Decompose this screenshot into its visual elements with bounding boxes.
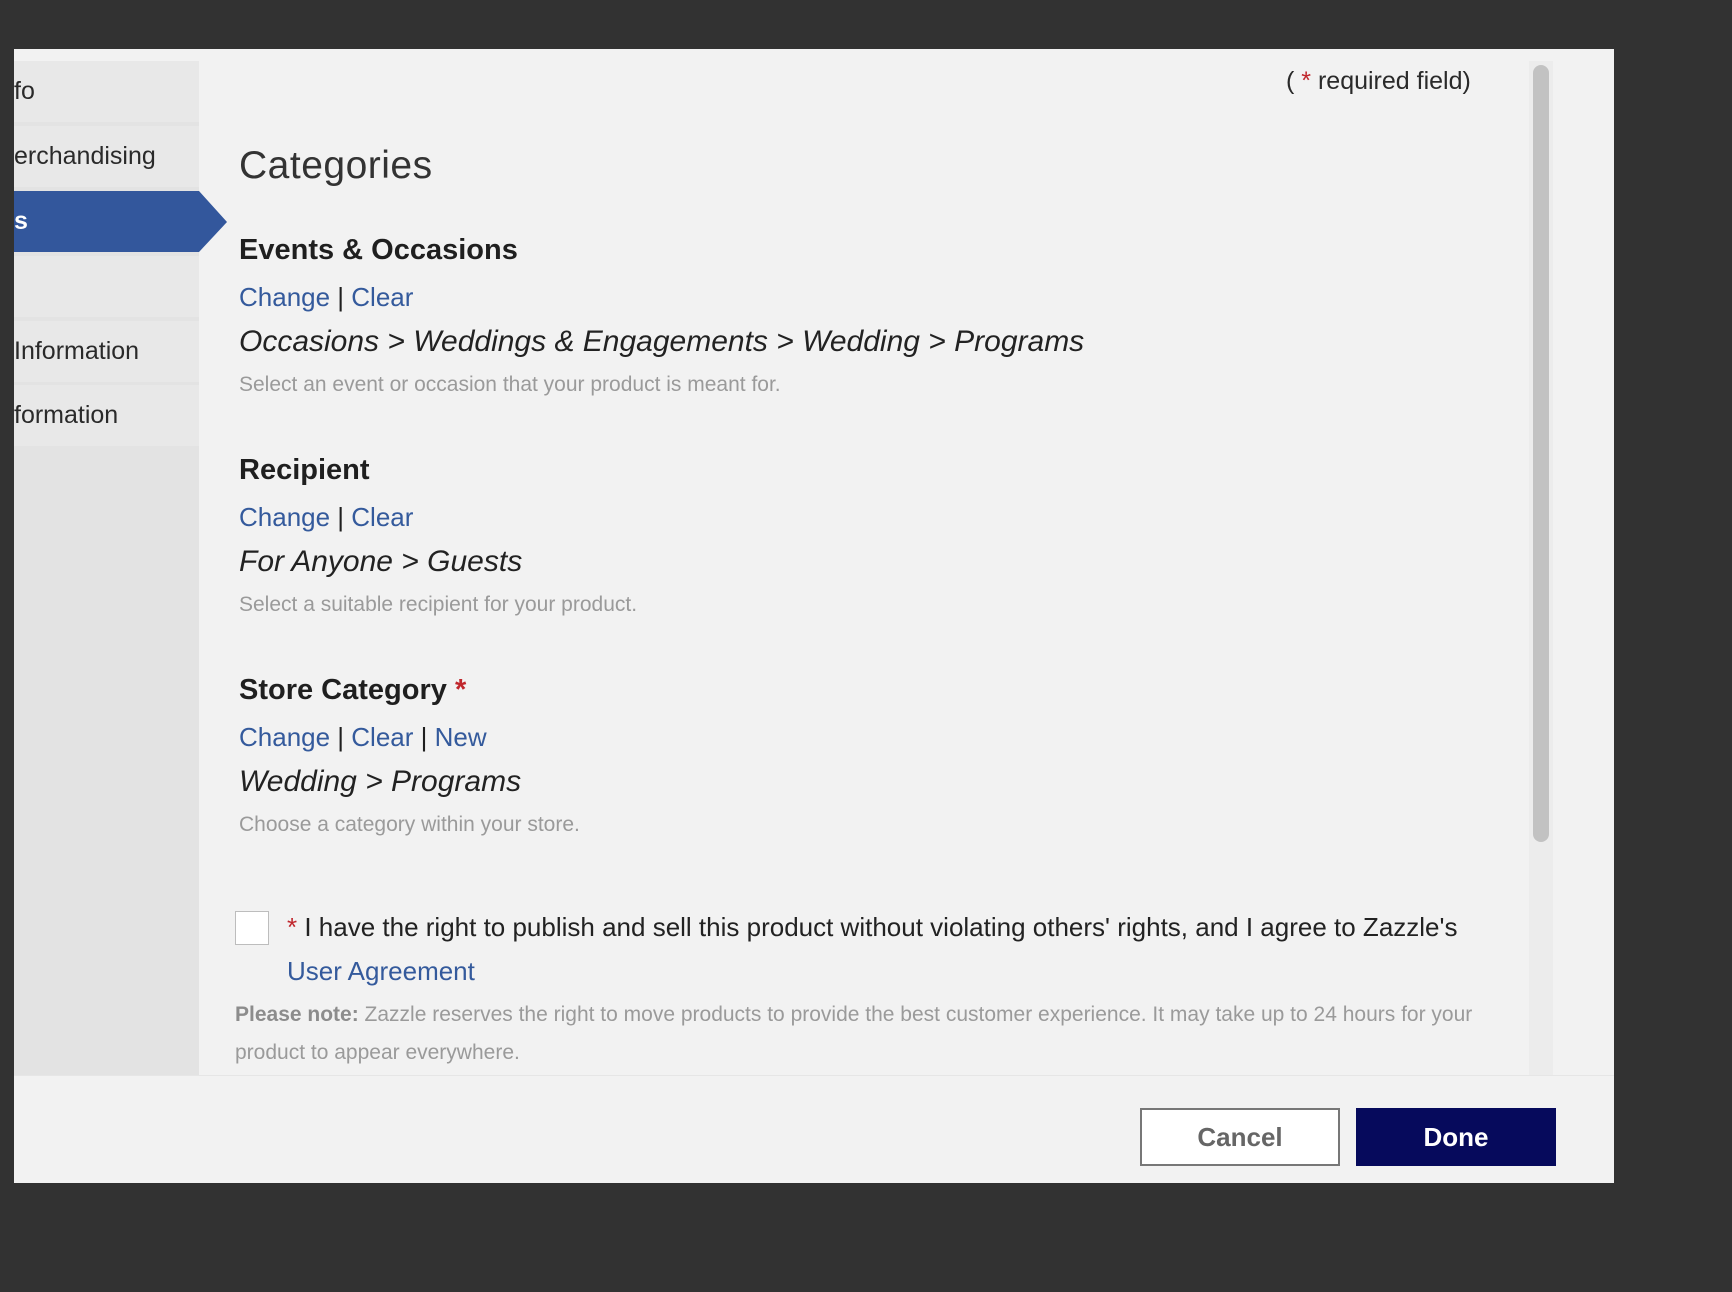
sidebar-item-blank[interactable] [14, 256, 199, 317]
section-actions: Change | Clear [239, 495, 1489, 539]
category-path: Occasions > Weddings & Engagements > Wed… [239, 325, 1085, 358]
separator: | [330, 282, 352, 312]
clear-link[interactable]: Clear [351, 282, 413, 312]
change-link[interactable]: Change [239, 282, 330, 312]
note-text: Zazzle reserves the right to move produc… [235, 1003, 1473, 1064]
user-agreement-link[interactable]: User Agreement [287, 956, 475, 986]
section-heading: Recipient [239, 454, 370, 486]
category-path: Wedding > Programs [239, 765, 522, 798]
required-text: required field) [1311, 67, 1471, 95]
clear-link[interactable]: Clear [351, 722, 413, 752]
done-button[interactable]: Done [1356, 1108, 1556, 1166]
section-hint: Choose a category within your store. [239, 813, 580, 836]
sidebar-item-label: fo [14, 77, 35, 105]
section-heading: Events & Occasions [239, 234, 518, 266]
section-hint: Select an event or occasion that your pr… [239, 373, 781, 396]
separator: | [413, 722, 435, 752]
product-details-dialog: fo erchandising s Information formation … [14, 49, 1614, 1183]
agreement-text: * I have the right to publish and sell t… [287, 905, 1467, 993]
events-occasions-section: Events & Occasions Change | Clear Occasi… [239, 229, 1489, 403]
cancel-button[interactable]: Cancel [1140, 1108, 1340, 1166]
sidebar-item-label: erchandising [14, 142, 156, 170]
agreement-label: I have the right to publish and sell thi… [297, 912, 1458, 942]
section-heading-text: Store Category [239, 674, 447, 706]
scrollbar-track[interactable] [1529, 61, 1553, 1075]
required-star: * [287, 912, 298, 942]
section-actions: Change | Clear | New [239, 715, 1489, 759]
sidebar-item-label: Information [14, 337, 140, 365]
required-star: * [454, 674, 467, 706]
new-link[interactable]: New [435, 722, 487, 752]
paren-open: ( [1286, 67, 1302, 95]
sidebar: fo erchandising s Information formation [14, 61, 227, 1075]
required-field-note: ( * required field) [1286, 67, 1606, 96]
section-actions: Change | Clear [239, 275, 1489, 319]
footer-divider [14, 1075, 1614, 1076]
recipient-section: Recipient Change | Clear For Anyone > Gu… [239, 449, 1489, 623]
page-title: Categories [239, 144, 433, 187]
sidebar-item-info[interactable]: fo [14, 61, 199, 122]
required-star: * [1301, 67, 1312, 95]
agreement-checkbox[interactable] [235, 911, 269, 945]
section-hint: Select a suitable recipient for your pro… [239, 593, 638, 616]
sidebar-item-label: formation [14, 401, 119, 429]
clear-link[interactable]: Clear [351, 502, 413, 532]
store-category-section: Store Category * Change | Clear | New We… [239, 669, 1489, 843]
section-heading: Store Category * [239, 669, 1489, 711]
sidebar-item-formation[interactable]: formation [14, 385, 199, 446]
please-note: Please note: Zazzle reserves the right t… [235, 996, 1505, 1072]
scrollbar-thumb[interactable] [1533, 65, 1549, 842]
sidebar-item-merchandising[interactable]: erchandising [14, 126, 199, 187]
separator: | [330, 502, 352, 532]
separator: | [330, 722, 352, 752]
change-link[interactable]: Change [239, 722, 330, 752]
sidebar-item-label: s [14, 207, 28, 235]
sidebar-item-information[interactable]: Information [14, 321, 199, 382]
category-path: For Anyone > Guests [239, 545, 523, 578]
note-label: Please note: [235, 1003, 359, 1026]
sidebar-item-categories[interactable]: s [14, 191, 227, 252]
change-link[interactable]: Change [239, 502, 330, 532]
